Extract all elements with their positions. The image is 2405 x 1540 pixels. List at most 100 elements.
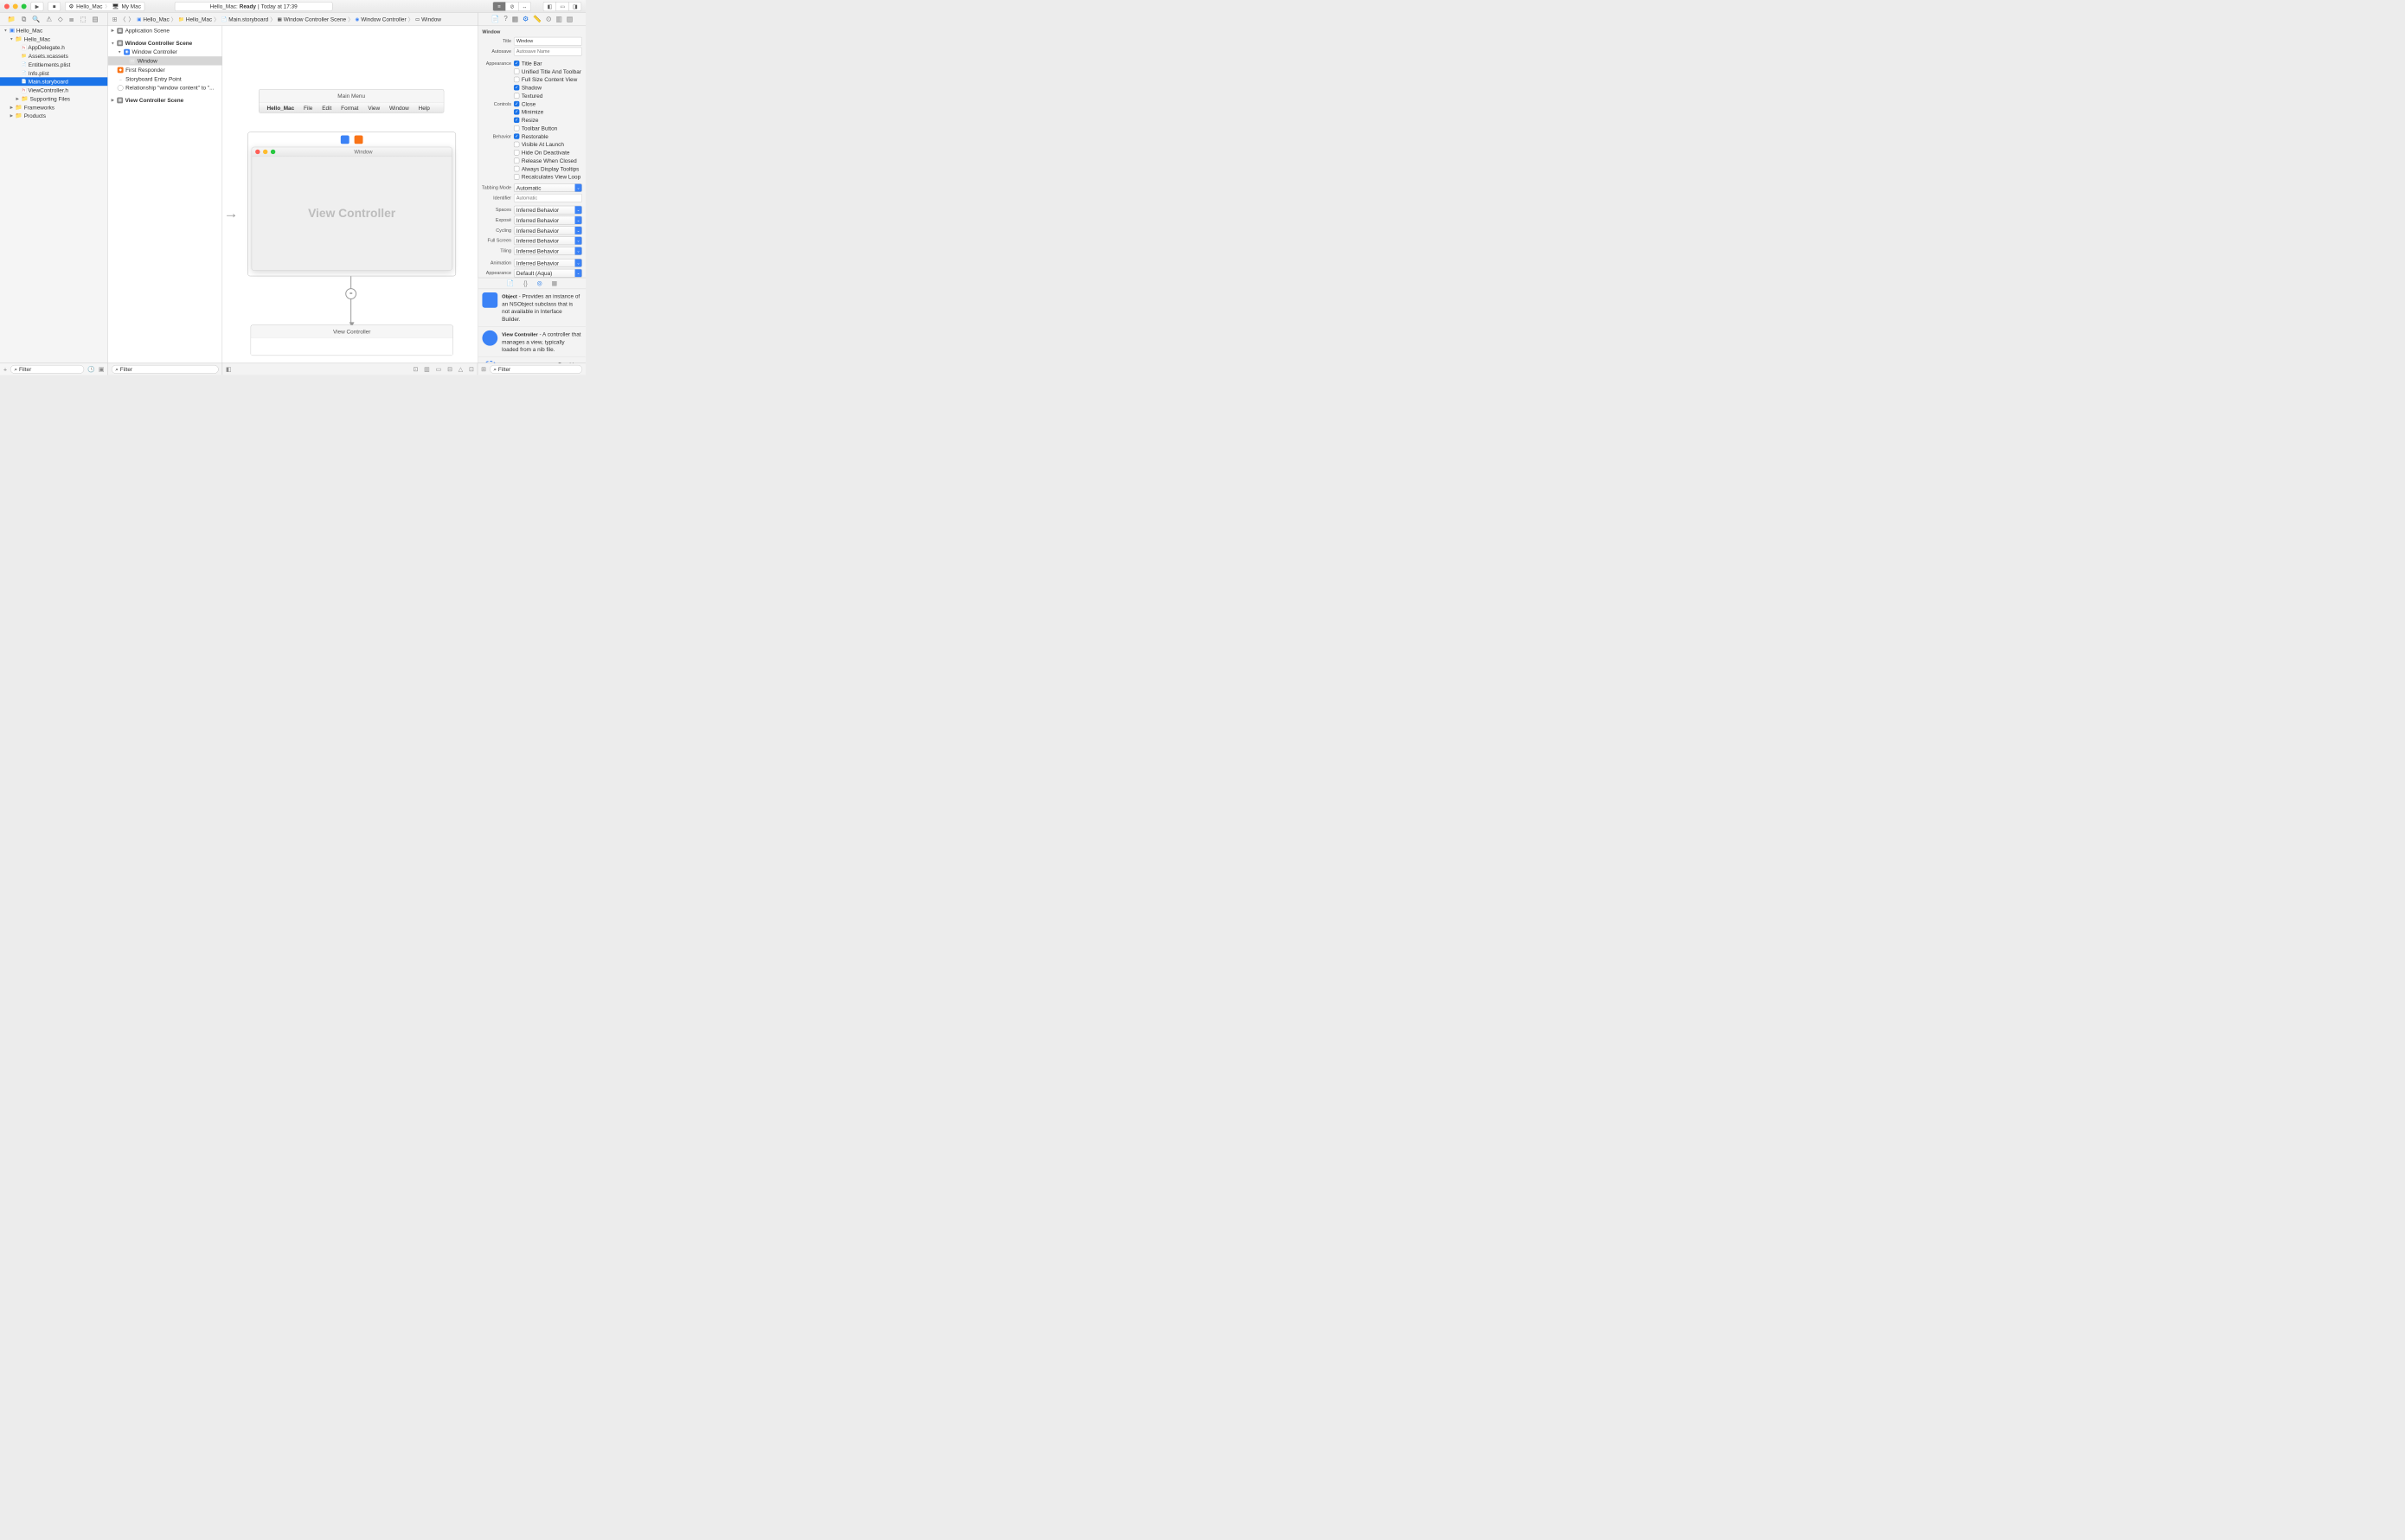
nav-group[interactable]: ▶📁Supporting Files (0, 94, 107, 103)
effects-inspector-icon[interactable]: ▤ (567, 15, 573, 23)
outline-scene[interactable]: ▼▦Window Controller Scene (108, 38, 222, 47)
nav-file[interactable]: hViewController.h (0, 86, 107, 94)
menu-item[interactable]: Window (389, 105, 409, 111)
resolve-icon[interactable]: △ (459, 365, 463, 372)
nav-group[interactable]: ▶📁Products (0, 112, 107, 120)
tooltips-checkbox[interactable] (514, 166, 519, 171)
project-navigator[interactable]: ▼▣Hello_Mac ▼📁Hello_Mac hAppDelegate.h 📁… (0, 26, 108, 363)
toggle-inspector-button[interactable]: ◨ (568, 2, 581, 11)
run-button[interactable]: ▶ (31, 2, 44, 11)
jump-bar[interactable]: ⊞ 〈 〉 ▣Hello_Mac〉 📁Hello_Mac〉 📄Main.stor… (108, 13, 478, 26)
window-controller-icon[interactable] (341, 135, 350, 144)
main-menu-scene[interactable]: Main Menu Hello_Mac File Edit Format Vie… (259, 89, 444, 113)
autosave-field[interactable] (514, 48, 582, 56)
pin-icon[interactable]: ⊟ (447, 365, 452, 372)
toggle-outline-button[interactable]: ◧ (226, 365, 232, 372)
close-checkbox[interactable]: ✓ (514, 101, 519, 106)
outline-window-selected[interactable]: ▭Window (108, 56, 222, 65)
outline-filter[interactable]: ⌕Filter (112, 365, 219, 374)
menu-item[interactable]: Help (419, 105, 430, 111)
scheme-selector[interactable]: ⚙ Hello_Mac 〉 🖥 My Mac (65, 2, 144, 11)
help-inspector-icon[interactable]: ? (503, 16, 507, 23)
connections-inspector-icon[interactable]: ⊙ (546, 15, 552, 23)
stack-icon[interactable]: ⊡ (469, 365, 474, 372)
library-filter[interactable]: ⌕Filter (490, 365, 582, 374)
document-outline[interactable]: ▶▦Application Scene ▼▦Window Controller … (108, 26, 222, 363)
scm-icon[interactable]: ▣ (99, 365, 105, 372)
titlebar-checkbox[interactable]: ✓ (514, 61, 519, 66)
outline-window-controller[interactable]: ▼◉Window Controller (108, 48, 222, 56)
stop-button[interactable]: ■ (48, 2, 61, 11)
breakpoint-navigator-icon[interactable]: ⬚ (80, 16, 87, 23)
project-navigator-icon[interactable]: 📁 (8, 16, 16, 23)
menu-item[interactable]: Edit (322, 105, 331, 111)
release-checkbox[interactable] (514, 158, 519, 164)
embed-icon[interactable]: ▥ (424, 365, 430, 372)
menu-item[interactable]: View (368, 105, 380, 111)
recalc-checkbox[interactable] (514, 174, 519, 179)
menu-item[interactable]: File (304, 105, 312, 111)
animation-select[interactable]: Inferred Behavior⌄ (514, 259, 582, 267)
library-item[interactable]: Object - Provides an instance of an NSOb… (478, 289, 586, 327)
resize-checkbox[interactable]: ✓ (514, 118, 519, 123)
outline-first-responder[interactable]: ◆First Responder (108, 66, 222, 74)
spaces-select[interactable]: Inferred Behavior⌄ (514, 206, 582, 215)
unified-checkbox[interactable] (514, 68, 519, 74)
device-select-icon[interactable]: ⊡ (413, 365, 418, 372)
toggle-navigator-button[interactable]: ◧ (543, 2, 556, 11)
outline-scene[interactable]: ▶▦Application Scene (108, 26, 222, 35)
forward-button[interactable]: 〉 (128, 15, 134, 23)
minimize-window-icon[interactable] (13, 3, 18, 9)
visible-checkbox[interactable] (514, 142, 519, 147)
version-editor-button[interactable]: ↔ (518, 2, 531, 11)
appearance-select[interactable]: Default (Aqua)⌄ (514, 269, 582, 278)
identity-inspector-icon[interactable]: ▦ (512, 15, 518, 23)
add-button[interactable]: + (3, 366, 7, 373)
title-field[interactable] (514, 37, 582, 46)
nav-group[interactable]: ▼📁Hello_Mac (0, 35, 107, 43)
zoom-window-icon[interactable] (22, 3, 27, 9)
nav-file[interactable]: hAppDelegate.h (0, 43, 107, 52)
menu-item[interactable]: Format (341, 105, 358, 111)
source-control-icon[interactable]: ⧉ (22, 16, 26, 22)
media-library-icon[interactable]: ▦ (552, 279, 558, 286)
issue-navigator-icon[interactable]: ⚠ (46, 16, 52, 23)
toggle-debug-button[interactable]: ▭ (556, 2, 569, 11)
outline-scene[interactable]: ▶▦View Controller Scene (108, 96, 222, 105)
standard-editor-button[interactable]: ≡ (492, 2, 505, 11)
outline-relationship[interactable]: Relationship "window content" to "... (108, 83, 222, 92)
report-navigator-icon[interactable]: ▤ (93, 16, 99, 23)
hide-checkbox[interactable] (514, 150, 519, 155)
tiling-select[interactable]: Inferred Behavior⌄ (514, 247, 582, 255)
restorable-checkbox[interactable]: ✓ (514, 133, 519, 138)
file-inspector-icon[interactable]: 📄 (491, 15, 500, 23)
expose-select[interactable]: Inferred Behavior⌄ (514, 216, 582, 225)
menu-bar[interactable]: Hello_Mac File Edit Format View Window H… (260, 102, 444, 112)
nav-file-selected[interactable]: 📄Main.storyboard (0, 77, 107, 86)
minimize-checkbox[interactable]: ✓ (514, 109, 519, 114)
nav-file[interactable]: 📄Entitlements.plist (0, 61, 107, 69)
segue-icon[interactable]: ⚭ (345, 288, 356, 299)
grid-view-icon[interactable]: ⊞ (481, 365, 486, 372)
recent-icon[interactable]: 🕓 (87, 365, 95, 372)
bindings-inspector-icon[interactable]: ▥ (555, 15, 561, 23)
nav-file[interactable]: 📄Info.plist (0, 68, 107, 77)
close-window-icon[interactable] (4, 3, 10, 9)
related-items-icon[interactable]: ⊞ (112, 16, 118, 22)
tabbing-select[interactable]: Automatic⌄ (514, 183, 582, 192)
find-navigator-icon[interactable]: 🔍 (32, 16, 40, 23)
window-controller-scene[interactable]: Window View Controller (247, 132, 456, 276)
outline-entry-point[interactable]: →Storyboard Entry Point (108, 74, 222, 83)
toolbarbtn-checkbox[interactable] (514, 125, 519, 131)
code-snippet-library-icon[interactable]: {} (523, 279, 528, 286)
fullsize-checkbox[interactable] (514, 77, 519, 82)
first-responder-icon[interactable] (355, 135, 363, 144)
identifier-field[interactable] (514, 194, 582, 202)
nav-project-root[interactable]: ▼▣Hello_Mac (0, 26, 107, 35)
view-controller-scene[interactable]: View Controller (251, 325, 453, 356)
assistant-editor-button[interactable]: ⊘ (505, 2, 518, 11)
attributes-inspector[interactable]: Window Title Autosave Appearance✓Title B… (478, 26, 586, 278)
breadcrumb[interactable]: ▣Hello_Mac〉 📁Hello_Mac〉 📄Main.storyboard… (137, 16, 441, 23)
object-library-icon[interactable]: ◎ (537, 279, 542, 286)
shadow-checkbox[interactable]: ✓ (514, 85, 519, 90)
